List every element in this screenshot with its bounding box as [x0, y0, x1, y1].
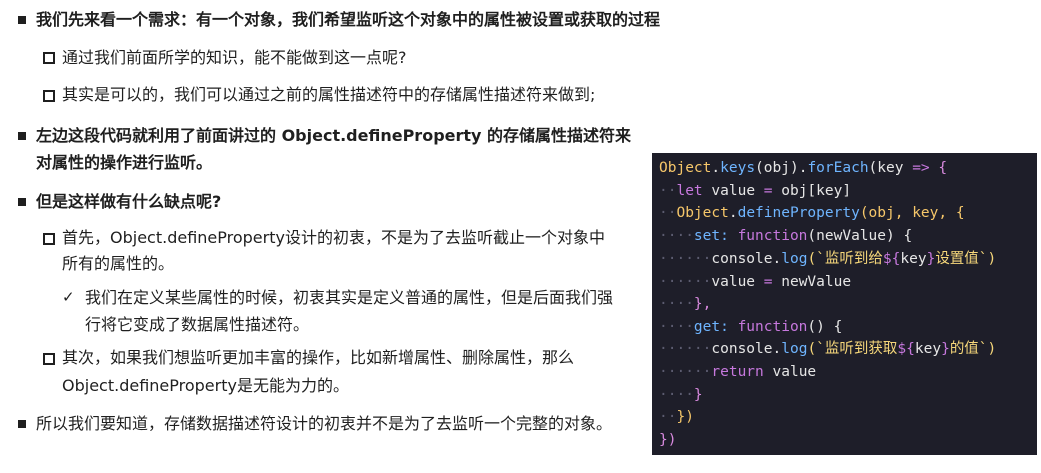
code-block: Object.keys(obj).forEach(key => { ··let … — [652, 153, 1037, 455]
code-line: ····}, — [659, 296, 712, 312]
bullet-heading-code-explanation-cont: 对属性的操作进行监听。 — [36, 153, 213, 172]
code-line: ····set: function(newValue) { — [659, 228, 913, 244]
sub-bullet-first-drawback: 首先，Object.defineProperty设计的初衷，不是为了去监听截止一… — [62, 228, 605, 247]
sub-bullet-answer: 其实是可以的，我们可以通过之前的属性描述符中的存储属性描述符来做到; — [62, 85, 596, 104]
bullet-hollow-square-icon — [43, 233, 55, 245]
checkmark-icon: ✓ — [62, 288, 75, 306]
code-line: ····} — [659, 387, 703, 403]
bullet-hollow-square-icon — [43, 90, 55, 102]
code-line: ······value = newValue — [659, 274, 852, 290]
detail-point: 我们在定义某些属性的时候，初衷其实是定义普通的属性，但是后面我们强 — [85, 288, 614, 307]
code-line: ··Object.defineProperty(obj, key, { — [659, 205, 965, 221]
code-line: ······console.log(`监听到给${key}设置值`) — [659, 251, 997, 267]
bullet-heading-requirement: 我们先来看一个需求：有一个对象，我们希望监听这个对象中的属性被设置或获取的过程 — [36, 10, 661, 29]
code-line: ··}) — [659, 409, 694, 425]
bullet-square-icon — [18, 16, 26, 24]
sub-bullet-first-drawback-cont: 所有的属性的。 — [62, 254, 175, 273]
sub-bullet-question: 通过我们前面所学的知识，能不能做到这一点呢? — [62, 48, 407, 67]
conclusion: 所以我们要知道，存储数据描述符设计的初衷并不是为了去监听一个完整的对象。 — [36, 414, 613, 433]
bullet-square-icon — [18, 132, 26, 140]
bullet-square-icon — [18, 198, 26, 206]
sub-bullet-second-drawback: 其次，如果我们想监听更加丰富的操作，比如新增属性、删除属性，那么 — [62, 348, 575, 367]
bullet-hollow-square-icon — [43, 353, 55, 365]
bullet-hollow-square-icon — [43, 52, 55, 64]
code-line: ··let value = obj[key] — [659, 183, 852, 199]
bullet-heading-drawbacks: 但是这样做有什么缺点呢? — [36, 192, 222, 211]
code-line: Object.keys(obj).forEach(key => { — [659, 160, 948, 176]
bullet-square-icon — [18, 420, 26, 428]
code-line: }) — [659, 432, 677, 448]
code-line: ····get: function() { — [659, 319, 843, 335]
bullet-heading-code-explanation: 左边这段代码就利用了前面讲过的 Object.defineProperty 的存… — [36, 126, 632, 145]
sub-bullet-second-drawback-cont: Object.defineProperty是无能为力的。 — [62, 376, 349, 395]
detail-point-cont: 行将它变成了数据属性描述符。 — [85, 315, 310, 334]
code-line: ······return value — [659, 364, 817, 380]
code-line: ······console.log(`监听到获取${key}的值`) — [659, 341, 997, 357]
